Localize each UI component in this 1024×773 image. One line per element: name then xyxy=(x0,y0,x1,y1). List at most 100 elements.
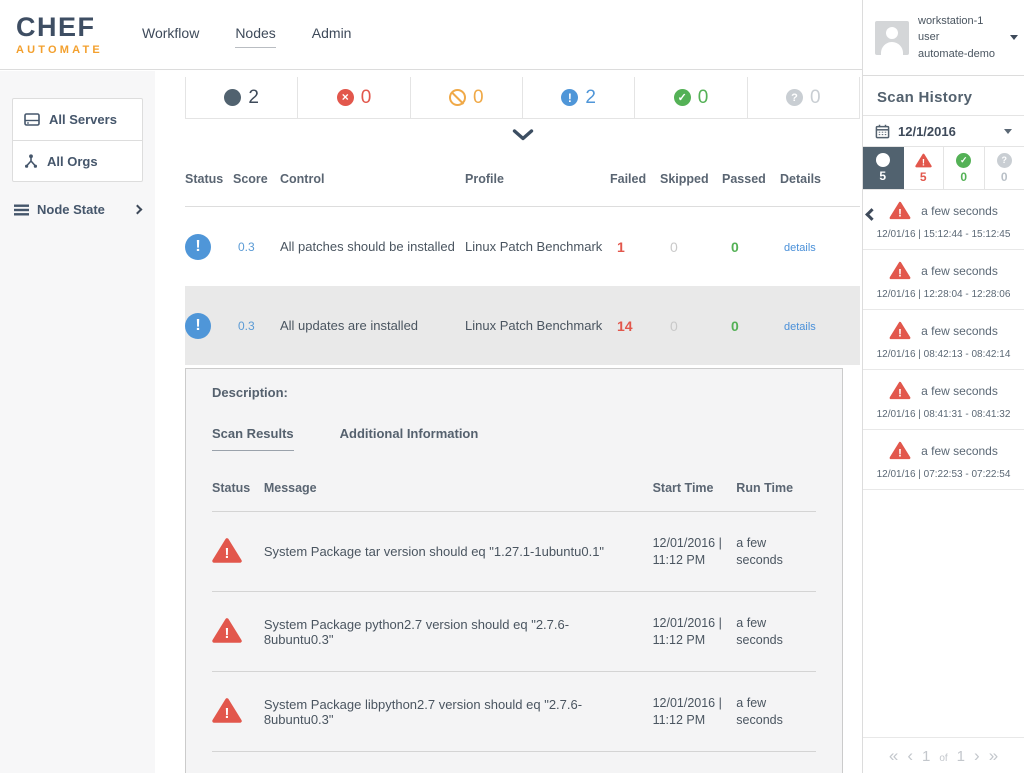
server-icon xyxy=(24,113,40,126)
nav-item-admin[interactable]: Admin xyxy=(312,25,352,48)
result-message: System Package python2.7 version should … xyxy=(264,617,653,647)
stat-count: 5 xyxy=(879,169,886,183)
summary-count: 0 xyxy=(810,87,821,109)
summary-count: 2 xyxy=(585,87,596,109)
details-link[interactable]: details xyxy=(784,321,816,333)
result-start-time: 12/01/2016 | 11:12 PM xyxy=(653,695,737,729)
entry-duration: a few seconds xyxy=(921,444,998,458)
warning-triangle-icon: ! xyxy=(915,153,932,168)
summary-failed[interactable]: 0 xyxy=(298,77,410,119)
warning-triangle-icon: ! xyxy=(212,697,242,724)
header-score: Score xyxy=(233,172,280,186)
passed-check-icon xyxy=(674,89,691,106)
result-row[interactable]: ! System Package libpython2.7 version sh… xyxy=(212,672,816,752)
failed-x-icon xyxy=(337,89,354,106)
control-score: 0.3 xyxy=(233,319,280,333)
control-name: All patches should be installed xyxy=(280,239,465,254)
filter-all-orgs[interactable]: All Orgs xyxy=(13,140,142,181)
stat-failed[interactable]: ! 5 xyxy=(904,147,945,189)
stat-total[interactable]: 5 xyxy=(863,147,904,189)
result-row[interactable]: ! System Package python2.7 version shoul… xyxy=(212,592,816,672)
previous-page-button[interactable]: ‹ xyxy=(907,746,913,766)
filter-all-servers[interactable]: All Servers xyxy=(13,99,142,140)
description-label: Description: xyxy=(212,385,816,400)
tab-scan-results[interactable]: Scan Results xyxy=(212,426,294,451)
summary-passed[interactable]: 0 xyxy=(635,77,747,119)
header-message: Message xyxy=(264,481,653,495)
scan-history-entry[interactable]: ! a few seconds 12/01/16 | 08:42:13 - 08… xyxy=(863,310,1024,370)
unknown-question-icon xyxy=(786,89,803,106)
entry-duration: a few seconds xyxy=(921,264,998,278)
result-row[interactable]: ! System Package tar version should eq "… xyxy=(212,512,816,592)
chef-automate-logo: CHEF AUTOMATE xyxy=(16,14,116,56)
header-failed: Failed xyxy=(610,172,660,186)
header-skipped: Skipped xyxy=(660,172,722,186)
stat-count: 5 xyxy=(920,170,927,184)
last-page-button[interactable]: » xyxy=(989,746,998,766)
node-state-label: Node State xyxy=(37,202,105,217)
entry-time-range: 12/01/16 | 07:22:53 - 07:22:54 xyxy=(867,469,1020,480)
entry-time-range: 12/01/16 | 12:28:04 - 12:28:06 xyxy=(867,289,1020,300)
failed-count: 1 xyxy=(610,239,660,255)
scan-history-entry[interactable]: ! a few seconds 12/01/16 | 08:41:31 - 08… xyxy=(863,370,1024,430)
svg-text:!: ! xyxy=(898,388,902,400)
controls-table: Status Score Control Profile Failed Skip… xyxy=(185,151,860,365)
control-detail-panel: Description: Scan Results Additional Inf… xyxy=(185,368,843,773)
scan-history-entry[interactable]: ! a few seconds 12/01/16 | 15:12:44 - 15… xyxy=(863,190,1024,250)
chevron-right-icon xyxy=(133,205,143,215)
entry-duration: a few seconds xyxy=(921,324,998,338)
header-status: Status xyxy=(185,172,233,186)
failed-count: 14 xyxy=(610,318,660,334)
result-start-time: 12/01/2016 | 11:12 PM xyxy=(653,615,737,649)
total-pages: 1 xyxy=(957,748,965,765)
stat-passed[interactable]: 0 xyxy=(944,147,985,189)
warning-triangle-icon: ! xyxy=(212,537,242,564)
control-score: 0.3 xyxy=(233,240,280,254)
control-row-updates[interactable]: 0.3 All updates are installed Linux Patc… xyxy=(185,286,860,365)
results-table-header: Status Message Start Time Run Time xyxy=(212,481,816,512)
summary-skipped[interactable]: 0 xyxy=(411,77,523,119)
expand-summary-toggle[interactable] xyxy=(185,119,860,151)
detail-tabs: Scan Results Additional Information xyxy=(212,426,816,451)
scan-history-entry[interactable]: ! a few seconds 12/01/16 | 07:22:53 - 07… xyxy=(863,430,1024,490)
node-state-nav[interactable]: Node State xyxy=(14,202,141,217)
summary-warning[interactable]: 2 xyxy=(523,77,635,119)
filter-label: All Servers xyxy=(49,112,117,127)
skipped-count: 0 xyxy=(660,239,722,255)
selected-date: 12/1/2016 xyxy=(898,124,996,139)
summary-count: 0 xyxy=(698,87,709,109)
scan-history-pagination: « ‹ 1 of 1 › » xyxy=(863,737,1024,773)
header-run-time: Run Time xyxy=(736,481,816,495)
filter-label: All Orgs xyxy=(47,154,98,169)
summary-unknown[interactable]: 0 xyxy=(748,77,860,119)
warning-triangle-icon: ! xyxy=(889,381,911,400)
header-start-time: Start Time xyxy=(653,481,737,495)
result-message: System Package tar version should eq "1.… xyxy=(264,544,653,559)
controls-table-header: Status Score Control Profile Failed Skip… xyxy=(185,151,860,207)
calendar-icon xyxy=(875,124,890,139)
svg-text:!: ! xyxy=(898,268,902,280)
control-row-patches[interactable]: 0.3 All patches should be installed Linu… xyxy=(185,207,860,286)
summary-total[interactable]: 2 xyxy=(185,77,298,119)
user-menu[interactable]: workstation-1 user automate-demo xyxy=(863,0,1024,76)
scan-history-entry[interactable]: ! a few seconds 12/01/16 | 12:28:04 - 12… xyxy=(863,250,1024,310)
date-selector[interactable]: 12/1/2016 xyxy=(863,115,1024,147)
entry-duration: a few seconds xyxy=(921,384,998,398)
header-passed: Passed xyxy=(722,172,780,186)
summary-count: 0 xyxy=(361,87,372,109)
svg-text:!: ! xyxy=(922,157,925,168)
stat-unknown[interactable]: 0 xyxy=(985,147,1024,189)
nav-item-workflow[interactable]: Workflow xyxy=(142,25,199,48)
caret-down-icon xyxy=(1004,129,1012,134)
right-sidebar: workstation-1 user automate-demo Scan Hi… xyxy=(862,0,1024,773)
details-link[interactable]: details xyxy=(784,242,816,254)
svg-text:!: ! xyxy=(898,448,902,460)
nav-item-nodes[interactable]: Nodes xyxy=(235,25,275,48)
first-page-button[interactable]: « xyxy=(889,746,898,766)
passed-check-icon xyxy=(956,153,971,168)
entry-time-range: 12/01/16 | 15:12:44 - 15:12:45 xyxy=(867,229,1020,240)
svg-text:!: ! xyxy=(225,545,230,561)
tab-additional-information[interactable]: Additional Information xyxy=(340,426,479,451)
svg-text:!: ! xyxy=(225,625,230,641)
next-page-button[interactable]: › xyxy=(974,746,980,766)
